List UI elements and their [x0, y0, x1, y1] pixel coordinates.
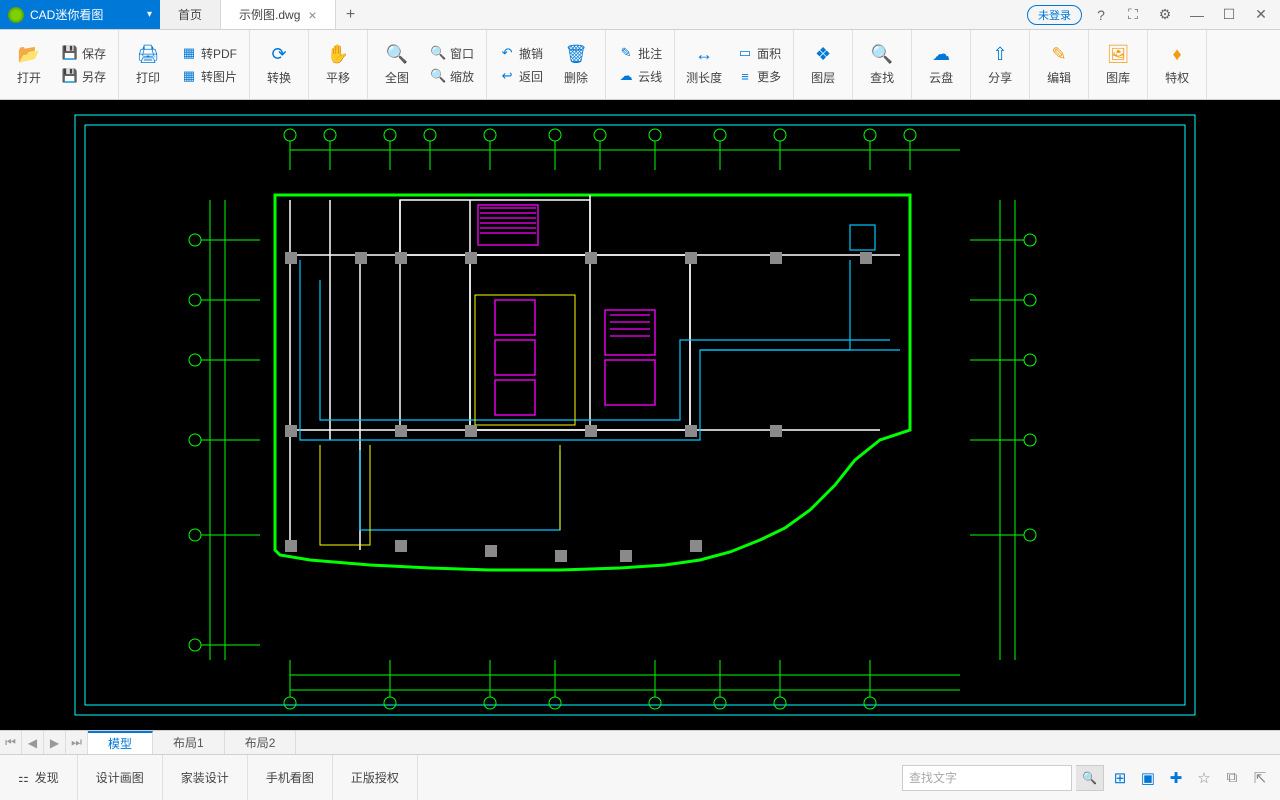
- titlebar: CAD迷你看图 ▾ 首页 示例图.dwg × + 未登录 ? ⛶ ⚙ — ☐ ✕: [0, 0, 1280, 30]
- trash-icon: 🗑: [565, 43, 587, 65]
- saveas-icon: 💾: [62, 68, 78, 84]
- area-button[interactable]: ▭面积: [733, 43, 785, 64]
- more-button[interactable]: ≡更多: [733, 66, 785, 87]
- edit-button[interactable]: ✎编辑: [1034, 33, 1084, 97]
- to-pdf-button[interactable]: ▦转PDF: [177, 43, 241, 64]
- search-input[interactable]: 查找文字: [902, 765, 1072, 791]
- nav-next-button[interactable]: ▶: [44, 731, 66, 754]
- zoom-button[interactable]: 🔍缩放: [426, 66, 478, 87]
- tab-file[interactable]: 示例图.dwg ×: [221, 0, 336, 29]
- grid-icon: ⚏: [18, 771, 29, 785]
- maximize-icon[interactable]: ☐: [1216, 2, 1242, 28]
- nav-prev-button[interactable]: ◀: [22, 731, 44, 754]
- zoom-icon: 🔍: [430, 68, 446, 84]
- titlebar-right: 未登录 ? ⛶ ⚙ — ☐ ✕: [1027, 0, 1280, 29]
- login-button[interactable]: 未登录: [1027, 5, 1082, 25]
- print-icon: 🖨: [137, 43, 159, 65]
- crown-icon: ♦: [1166, 43, 1188, 65]
- print-button[interactable]: 🖨打印: [123, 33, 173, 97]
- help-icon[interactable]: ?: [1088, 2, 1114, 28]
- cloudline-button[interactable]: ☁云线: [614, 66, 666, 87]
- share-button[interactable]: ⇧分享: [975, 33, 1025, 97]
- cloud-line-icon: ☁: [618, 68, 634, 84]
- edit-icon: ✎: [1048, 43, 1070, 65]
- layout-tab-2[interactable]: 布局2: [225, 731, 297, 754]
- measure-length-button[interactable]: ↔测长度: [679, 33, 729, 97]
- minimize-icon[interactable]: —: [1184, 2, 1210, 28]
- gear-icon[interactable]: ⚙: [1152, 2, 1178, 28]
- annotate-icon: ✎: [618, 45, 634, 61]
- layers-icon: ❖: [812, 43, 834, 65]
- cad-canvas[interactable]: [0, 100, 1280, 730]
- chevron-down-icon: ▾: [147, 9, 152, 20]
- save-icon: 💾: [62, 45, 78, 61]
- status-discover[interactable]: ⚏发现: [0, 755, 78, 800]
- layout-tab-model[interactable]: 模型: [88, 731, 153, 754]
- window-zoom-button[interactable]: 🔍窗口: [426, 43, 478, 64]
- app-logo-icon: [8, 7, 24, 23]
- status-mobile[interactable]: 手机看图: [248, 755, 333, 800]
- layers-button[interactable]: ❖图层: [798, 33, 848, 97]
- fullscreen-icon[interactable]: ⛶: [1120, 2, 1146, 28]
- snap-toggle-icon[interactable]: ⊞: [1108, 766, 1132, 790]
- status-design[interactable]: 设计画图: [78, 755, 163, 800]
- window-icon: 🔍: [430, 45, 446, 61]
- tab-home[interactable]: 首页: [160, 0, 221, 29]
- more-icon: ≡: [737, 68, 753, 84]
- delete-button[interactable]: 🗑删除: [551, 33, 601, 97]
- cloud-icon: ☁: [930, 43, 952, 65]
- hand-icon: ✋: [327, 43, 349, 65]
- layout-tabs: ⏮ ◀ ▶ ⏭ 模型 布局1 布局2: [0, 730, 1280, 754]
- search-button[interactable]: 🔍: [1076, 765, 1104, 791]
- new-tab-button[interactable]: +: [336, 0, 366, 29]
- close-window-icon[interactable]: ✕: [1248, 2, 1274, 28]
- undo-button[interactable]: ↶撤销: [495, 43, 547, 64]
- link-icon[interactable]: ⇱: [1248, 766, 1272, 790]
- app-title-text: CAD迷你看图: [30, 6, 103, 23]
- save-button[interactable]: 💾保存: [58, 43, 110, 64]
- status-home-design[interactable]: 家装设计: [163, 755, 248, 800]
- saveas-button[interactable]: 💾另存: [58, 66, 110, 87]
- convert-button[interactable]: ⟳转换: [254, 33, 304, 97]
- favorite-icon[interactable]: ☆: [1192, 766, 1216, 790]
- annotate-button[interactable]: ✎批注: [614, 43, 666, 64]
- undo-icon: ↶: [499, 45, 515, 61]
- ruler-icon: ↔: [693, 43, 715, 65]
- search-icon: 🔍: [871, 43, 893, 65]
- area-icon: ▭: [737, 45, 753, 61]
- copy-icon[interactable]: ⧉: [1220, 766, 1244, 790]
- pan-button[interactable]: ✋平移: [313, 33, 363, 97]
- find-button[interactable]: 🔍查找: [857, 33, 907, 97]
- image-icon: ▦: [181, 68, 197, 84]
- status-license[interactable]: 正版授权: [333, 755, 418, 800]
- crosshair-toggle-icon[interactable]: ✚: [1164, 766, 1188, 790]
- share-icon: ⇧: [989, 43, 1011, 65]
- privilege-button[interactable]: ♦特权: [1152, 33, 1202, 97]
- full-view-button[interactable]: 🔍全图: [372, 33, 422, 97]
- back-icon: ↩: [499, 68, 515, 84]
- back-button[interactable]: ↩返回: [495, 66, 547, 87]
- library-icon: 🖼: [1107, 43, 1129, 65]
- close-icon[interactable]: ×: [308, 7, 316, 23]
- statusbar: ⚏发现 设计画图 家装设计 手机看图 正版授权 查找文字 🔍 ⊞ ▣ ✚ ☆ ⧉…: [0, 754, 1280, 800]
- nav-first-button[interactable]: ⏮: [0, 731, 22, 754]
- app-title[interactable]: CAD迷你看图 ▾: [0, 0, 160, 29]
- pdf-icon: ▦: [181, 45, 197, 61]
- open-button[interactable]: 📂打开: [4, 33, 54, 97]
- search-icon: 🔍: [1082, 771, 1097, 785]
- refresh-icon: ⟳: [268, 43, 290, 65]
- zoom-fit-icon: 🔍: [386, 43, 408, 65]
- nav-last-button[interactable]: ⏭: [66, 731, 88, 754]
- cloud-button[interactable]: ☁云盘: [916, 33, 966, 97]
- library-button[interactable]: 🖼图库: [1093, 33, 1143, 97]
- toolbar: 📂打开 💾保存 💾另存 🖨打印 ▦转PDF ▦转图片 ⟳转换 ✋平移 🔍全图 🔍…: [0, 30, 1280, 100]
- ortho-toggle-icon[interactable]: ▣: [1136, 766, 1160, 790]
- layout-tab-1[interactable]: 布局1: [153, 731, 225, 754]
- to-img-button[interactable]: ▦转图片: [177, 66, 241, 87]
- folder-open-icon: 📂: [18, 43, 40, 65]
